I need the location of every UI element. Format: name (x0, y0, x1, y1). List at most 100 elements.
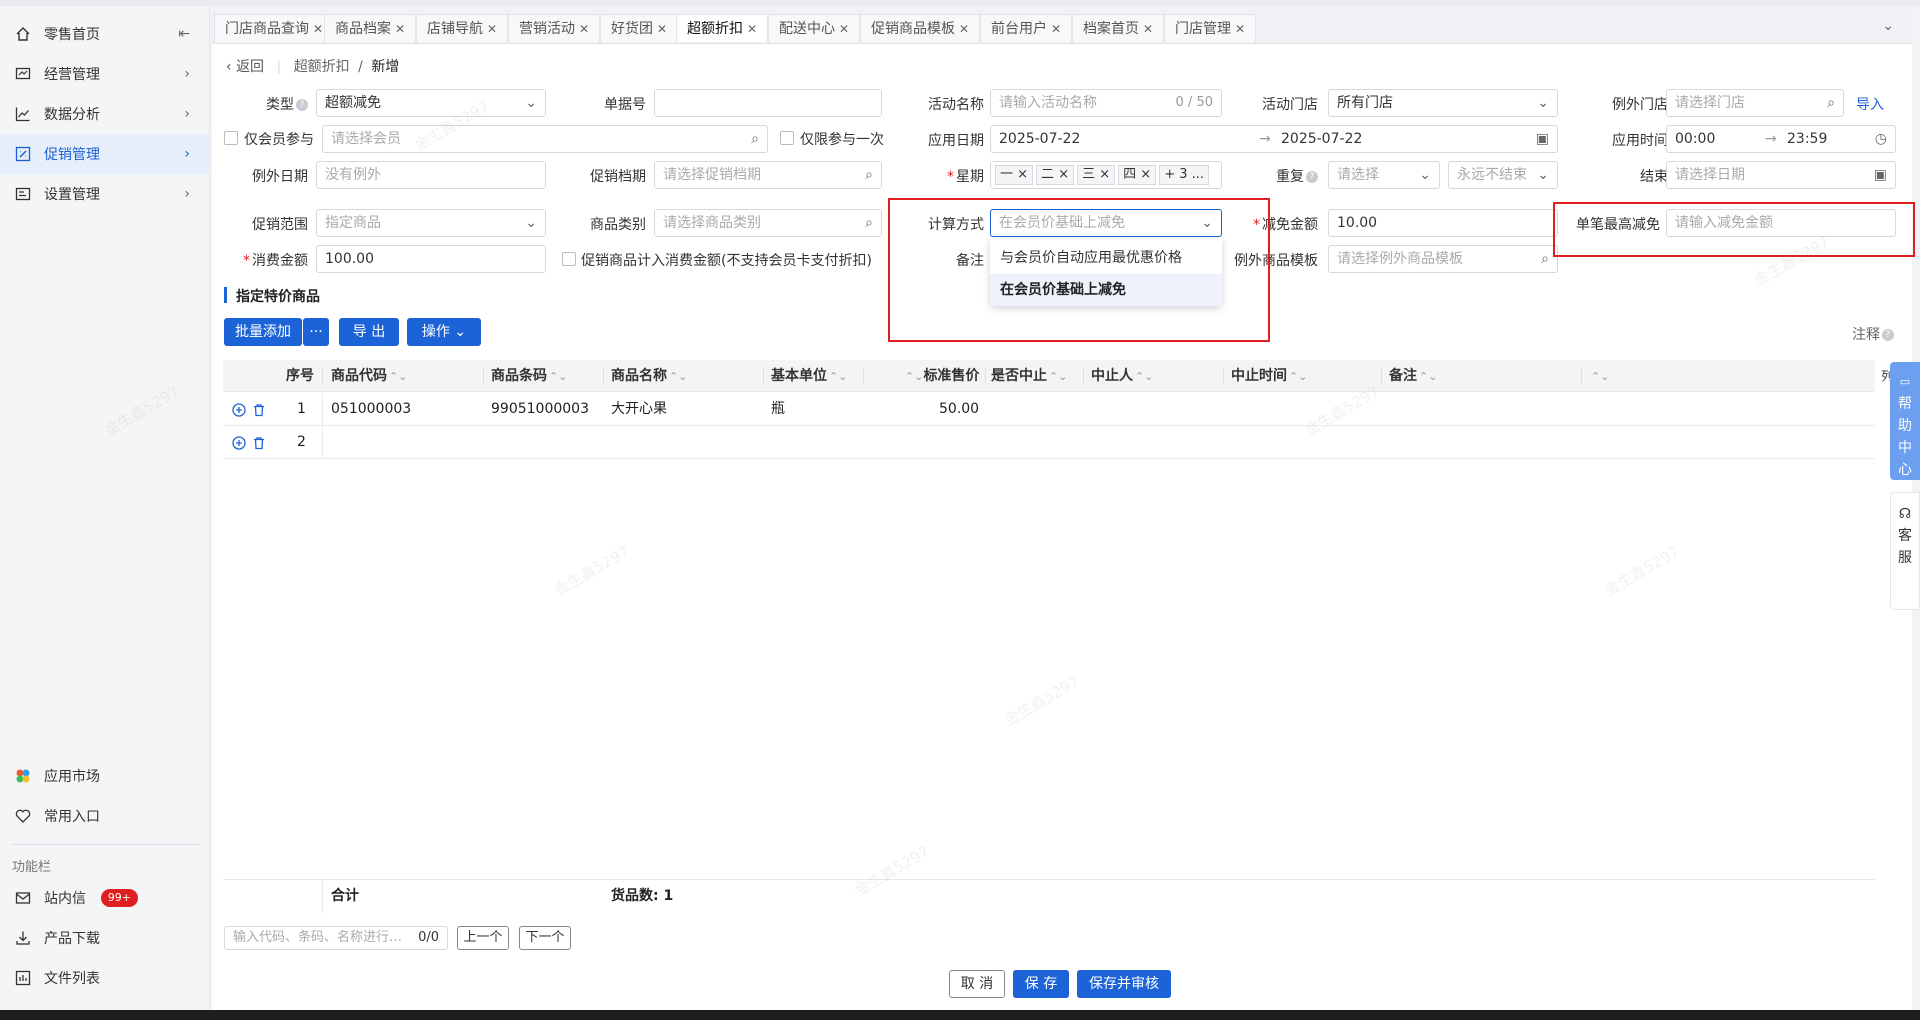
tab-distribution[interactable]: 配送中心 ✕ (768, 14, 861, 42)
close-icon[interactable]: ✕ (839, 22, 849, 36)
apply-time-range[interactable]: 00:00 → 23:59 ◷ (1666, 125, 1896, 153)
col-suspender[interactable]: 中止人 ⌃⌄ (1091, 360, 1153, 392)
member-input[interactable]: 请选择会员 ⌕ (322, 125, 768, 153)
tab-store-nav[interactable]: 店铺导航 ✕ (416, 14, 509, 42)
sidebar-item-analytics[interactable]: 数据分析 › (0, 94, 210, 134)
col-index[interactable]: 序号 (286, 360, 314, 392)
category-input[interactable]: 请选择商品类别 ⌕ (654, 209, 882, 237)
customer-service-button[interactable]: ☊ 客服 (1890, 492, 1920, 610)
search-icon[interactable]: ⌕ (751, 126, 759, 152)
close-icon[interactable]: ✕ (579, 22, 589, 36)
close-icon[interactable]: ✕ (1143, 22, 1153, 36)
table-row[interactable]: 2 (223, 426, 1875, 459)
save-and-review-button[interactable]: 保存并审核 (1077, 970, 1171, 998)
search-icon[interactable]: ⌕ (1541, 246, 1549, 272)
close-icon[interactable]: ✕ (487, 22, 497, 36)
tab-archive-home[interactable]: 档案首页 ✕ (1072, 14, 1165, 42)
tab-store-manage[interactable]: 门店管理 ✕ (1164, 14, 1257, 42)
col-price[interactable]: ⌃⌄标准售价 (903, 360, 979, 392)
operate-button[interactable]: 操作 ⌄ (407, 318, 481, 346)
col-code[interactable]: 商品代码 ⌃⌄ (331, 360, 407, 392)
delete-row-icon[interactable] (252, 436, 266, 450)
collapse-icon[interactable]: ⇤ (178, 26, 190, 42)
tab-marketing[interactable]: 营销活动 ✕ (508, 14, 601, 42)
member-only-checkbox[interactable] (224, 131, 238, 145)
back-link[interactable]: ‹ 返回 (226, 59, 264, 75)
repeat-select[interactable]: 请选择 ⌄ (1328, 161, 1440, 189)
close-icon[interactable]: ✕ (747, 22, 757, 36)
add-row-icon[interactable] (232, 436, 246, 450)
promo-period-input[interactable]: 请选择促销档期 ⌕ (654, 161, 882, 189)
bill-no-field[interactable] (654, 89, 882, 117)
close-icon[interactable]: ✕ (1051, 22, 1061, 36)
except-template-input[interactable]: 请选择例外商品模板 ⌕ (1328, 245, 1558, 273)
weekday-tag[interactable]: 二 × (1036, 165, 1075, 185)
col-suspend-time[interactable]: 中止时间 ⌃⌄ (1231, 360, 1307, 392)
close-icon[interactable]: ✕ (1235, 22, 1245, 36)
col-sort-extra[interactable]: ⌃⌄ (1589, 360, 1609, 392)
close-icon[interactable]: ✕ (657, 22, 667, 36)
delete-row-icon[interactable] (252, 403, 266, 417)
prev-button[interactable]: 上一个 (457, 926, 509, 950)
sidebar-item-favorites[interactable]: 常用入口 (0, 796, 210, 836)
chevron-down-icon[interactable]: ⌄ (1882, 18, 1894, 34)
include-promo-checkbox[interactable] (562, 252, 576, 266)
close-icon[interactable]: ✕ (395, 22, 405, 36)
col-unit[interactable]: 基本单位 ⌃⌄ (771, 360, 847, 392)
search-icon[interactable]: ⌕ (1827, 90, 1835, 116)
cell-code: 051000003 (331, 401, 412, 417)
sidebar-item-messages[interactable]: 站内信 99+ (0, 878, 210, 918)
weekday-tag[interactable]: 一 × (995, 165, 1034, 185)
table-row[interactable]: 1 051000003 99051000003 大开心果 瓶 50.00 (223, 393, 1875, 426)
add-row-icon[interactable] (232, 403, 246, 417)
sidebar-item-files[interactable]: 文件列表 (0, 958, 210, 998)
weekday-more-tag[interactable]: + 3 ... (1159, 165, 1210, 185)
tab-front-users[interactable]: 前台用户 ✕ (980, 14, 1073, 42)
end-date-input[interactable]: 请选择日期 ▣ (1666, 161, 1896, 189)
except-store-input[interactable]: 请选择门店 ⌕ (1666, 89, 1844, 117)
tab-store-product-query[interactable]: 门店商品查询 ✕ (214, 14, 335, 42)
col-barcode[interactable]: 商品条码 ⌃⌄ (491, 360, 567, 392)
tab-group-buy[interactable]: 好货团 ✕ (600, 14, 679, 42)
type-select[interactable]: 超额减免 ⌄ (316, 89, 546, 117)
close-icon[interactable]: ✕ (959, 22, 969, 36)
tab-promo-template[interactable]: 促销商品模板 ✕ (860, 14, 981, 42)
sidebar-item-home[interactable]: 零售首页 ⇤ (0, 14, 210, 54)
help-center-button[interactable]: ▭ 帮助中心 (1890, 362, 1920, 480)
repeat-end-select[interactable]: 永远不结束 ⌄ (1448, 161, 1558, 189)
sidebar-item-app-market[interactable]: 应用市场 (0, 756, 210, 796)
close-icon[interactable]: ✕ (313, 22, 323, 36)
tab-product-archive[interactable]: 商品档案 ✕ (324, 14, 417, 42)
activity-name-input[interactable]: 请输入活动名称 0 / 50 (990, 89, 1222, 117)
promo-range-select[interactable]: 指定商品 ⌄ (316, 209, 546, 237)
import-link[interactable]: 导入 (1856, 94, 1884, 114)
sidebar-item-download[interactable]: 产品下载 (0, 918, 210, 958)
more-button[interactable]: ··· (303, 318, 329, 346)
sidebar-item-settings[interactable]: 设置管理 › (0, 174, 210, 214)
discount-input[interactable]: 10.00 (1328, 209, 1558, 237)
weekday-tag[interactable]: 四 × (1118, 165, 1157, 185)
search-icon[interactable]: ⌕ (865, 210, 873, 236)
col-name[interactable]: 商品名称 ⌃⌄ (611, 360, 687, 392)
sidebar-item-business[interactable]: 经营管理 › (0, 54, 210, 94)
breadcrumb-parent[interactable]: 超额折扣 (294, 59, 350, 75)
col-suspended[interactable]: 是否中止 ⌃⌄ (991, 360, 1067, 392)
activity-store-select[interactable]: 所有门店 ⌄ (1328, 89, 1558, 117)
save-button[interactable]: 保 存 (1013, 970, 1069, 998)
col-remark[interactable]: 备注 ⌃⌄ (1389, 360, 1437, 392)
weekday-tag[interactable]: 三 × (1077, 165, 1116, 185)
apply-date-range[interactable]: 2025-07-22 → 2025-07-22 ▣ (990, 125, 1558, 153)
export-button[interactable]: 导 出 (339, 318, 399, 346)
except-date-input[interactable]: 没有例外 (316, 161, 546, 189)
spend-input[interactable]: 100.00 (316, 245, 546, 273)
weekday-multiselect[interactable]: 一 × 二 × 三 × 四 × + 3 ... (990, 161, 1222, 189)
tab-excess-discount[interactable]: 超额折扣 ✕ (676, 14, 769, 42)
cancel-button[interactable]: 取 消 (949, 970, 1005, 998)
sidebar-item-promo[interactable]: 促销管理 › (0, 134, 210, 174)
table-search-input[interactable]: 输入代码、条码、名称进行… 0/0 (224, 926, 448, 950)
batch-add-button[interactable]: 批量添加 (224, 318, 302, 346)
note-link[interactable]: 注释? (1852, 324, 1894, 344)
next-button[interactable]: 下一个 (519, 926, 571, 950)
search-icon[interactable]: ⌕ (865, 162, 873, 188)
once-only-checkbox[interactable] (780, 131, 794, 145)
